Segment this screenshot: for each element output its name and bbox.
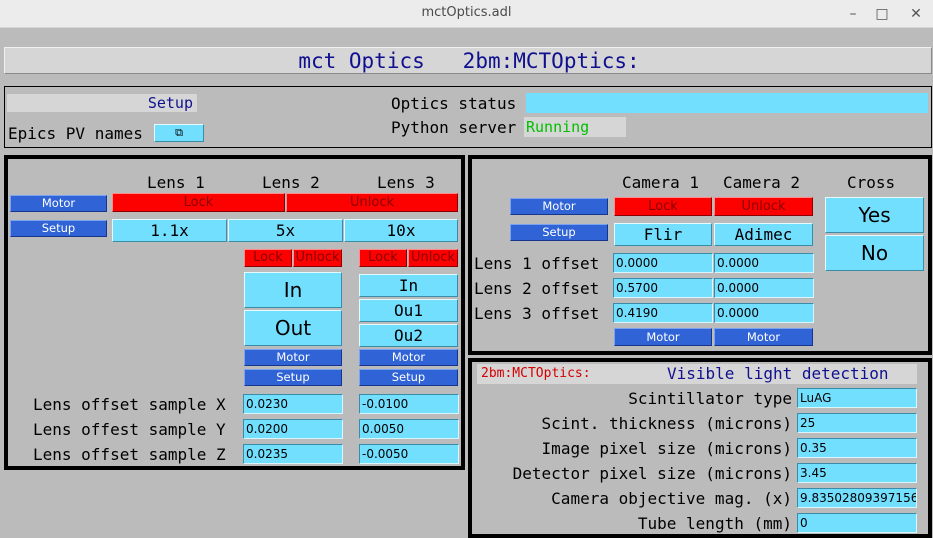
lens-2-mag-button[interactable]: 5x	[228, 219, 343, 242]
scintillator-type-input[interactable]: LuAG	[797, 388, 917, 408]
cam2-lens1-offset-input[interactable]: 0.0000	[714, 253, 814, 273]
image-pixel-size-label: Image pixel size (microns)	[541, 439, 792, 458]
cam1-lens3-offset-input[interactable]: 0.4190	[613, 303, 713, 323]
detection-title: Visible light detection	[667, 364, 889, 383]
close-icon[interactable]: ✕	[905, 3, 927, 25]
tube-length-input[interactable]: 0	[797, 513, 917, 533]
offset-x-col1-input[interactable]: 0.0230	[243, 394, 343, 414]
lens-unlock-button[interactable]: Unlock	[286, 193, 458, 212]
optics-status-value	[526, 93, 928, 113]
scint-thickness-input[interactable]: 25	[797, 413, 917, 433]
cam2-lens2-offset-input[interactable]: 0.0000	[714, 278, 814, 298]
lens-1-header: Lens 1	[147, 173, 205, 192]
cross-no-button[interactable]: No	[825, 235, 924, 271]
camera-motor-button[interactable]: Motor	[510, 198, 608, 215]
window-title: mctOptics.adl	[421, 5, 512, 20]
optics-status-label: Optics status	[391, 94, 517, 113]
window-titlebar: mctOptics.adl – □ ✕	[0, 0, 933, 28]
lens-2-out-button[interactable]: Out	[244, 310, 342, 346]
lens-3-motor-button[interactable]: Motor	[359, 349, 458, 366]
camera-2-header: Camera 2	[723, 173, 801, 192]
lens-1-mag-button[interactable]: 1.1x	[112, 219, 227, 242]
lens-3-offset-label: Lens 3 offset	[474, 304, 600, 323]
page-title: mct Optics 2bm:MCTOptics:	[298, 49, 640, 73]
page-banner: mct Optics 2bm:MCTOptics:	[4, 47, 932, 74]
epics-pv-label: Epics PV names	[8, 124, 143, 143]
python-server-value: Running	[524, 117, 626, 137]
lens-3-setup-button[interactable]: Setup	[359, 369, 458, 386]
cross-header: Cross	[847, 173, 896, 192]
camera-lock-button[interactable]: Lock	[614, 197, 712, 216]
cross-yes-button[interactable]: Yes	[825, 197, 924, 233]
detector-pixel-size-input[interactable]: 3.45	[797, 463, 917, 483]
offset-y-col2-input[interactable]: 0.0050	[359, 419, 459, 439]
lens-3-mag-button[interactable]: 10x	[344, 219, 458, 242]
camera-2-motor-button[interactable]: Motor	[714, 328, 813, 346]
offset-y-label: Lens offest sample Y	[33, 420, 226, 439]
offset-x-label: Lens offset sample X	[33, 395, 226, 414]
cam2-lens3-offset-input[interactable]: 0.0000	[714, 303, 814, 323]
offset-z-col2-input[interactable]: -0.0050	[359, 444, 459, 464]
lens-2-unlock-button[interactable]: Unlock	[293, 249, 342, 267]
camera-1-motor-button[interactable]: Motor	[614, 328, 712, 346]
detection-prefix: 2bm:MCTOptics:	[481, 366, 591, 381]
cam1-lens1-offset-input[interactable]: 0.0000	[613, 253, 713, 273]
lens-2-setup-button[interactable]: Setup	[244, 369, 342, 386]
camera-objective-mag-input[interactable]: 9.83502809397156	[797, 488, 917, 508]
lens-2-lock-button[interactable]: Lock	[244, 249, 292, 267]
camera-1-select-button[interactable]: Flir	[614, 223, 712, 246]
minimize-icon[interactable]: –	[842, 3, 864, 25]
lens-setup-button[interactable]: Setup	[10, 220, 107, 237]
offset-z-label: Lens offset sample Z	[33, 445, 226, 464]
lens-1-offset-label: Lens 1 offset	[474, 254, 600, 273]
scintillator-type-label: Scintillator type	[628, 389, 792, 408]
lens-2-motor-button[interactable]: Motor	[244, 349, 342, 366]
camera-setup-button[interactable]: Setup	[510, 224, 608, 241]
cam1-lens2-offset-input[interactable]: 0.5700	[613, 278, 713, 298]
lens-3-out2-button[interactable]: Ou2	[359, 324, 458, 347]
image-pixel-size-input[interactable]: 0.35	[797, 438, 917, 458]
camera-objective-mag-label: Camera objective mag. (x)	[551, 489, 792, 508]
lens-2-in-button[interactable]: In	[244, 272, 342, 308]
maximize-icon[interactable]: □	[871, 3, 893, 25]
camera-2-select-button[interactable]: Adimec	[714, 223, 813, 246]
lens-2-offset-label: Lens 2 offset	[474, 279, 600, 298]
scint-thickness-label: Scint. thickness (microns)	[541, 414, 792, 433]
lens-3-unlock-button[interactable]: Unlock	[408, 249, 458, 267]
offset-y-col1-input[interactable]: 0.0200	[243, 419, 343, 439]
python-server-label: Python server	[391, 118, 517, 137]
offset-z-col1-input[interactable]: 0.0235	[243, 444, 343, 464]
setup-menu[interactable]: Setup	[7, 94, 197, 112]
lens-2-header: Lens 2	[262, 173, 320, 192]
offset-x-col2-input[interactable]: -0.0100	[359, 394, 459, 414]
epics-pv-button[interactable]: ⧉	[154, 124, 204, 142]
camera-unlock-button[interactable]: Unlock	[714, 197, 813, 216]
lens-3-in-button[interactable]: In	[359, 274, 458, 297]
lens-3-out1-button[interactable]: Ou1	[359, 299, 458, 322]
lens-motor-button[interactable]: Motor	[10, 195, 107, 212]
tube-length-label: Tube length (mm)	[637, 514, 792, 533]
lens-3-lock-button[interactable]: Lock	[359, 249, 407, 267]
camera-1-header: Camera 1	[622, 173, 700, 192]
detector-pixel-size-label: Detector pixel size (microns)	[512, 464, 792, 483]
lens-lock-button[interactable]: Lock	[112, 193, 285, 212]
window-icon: ⧉	[175, 126, 183, 139]
lens-3-header: Lens 3	[377, 173, 435, 192]
